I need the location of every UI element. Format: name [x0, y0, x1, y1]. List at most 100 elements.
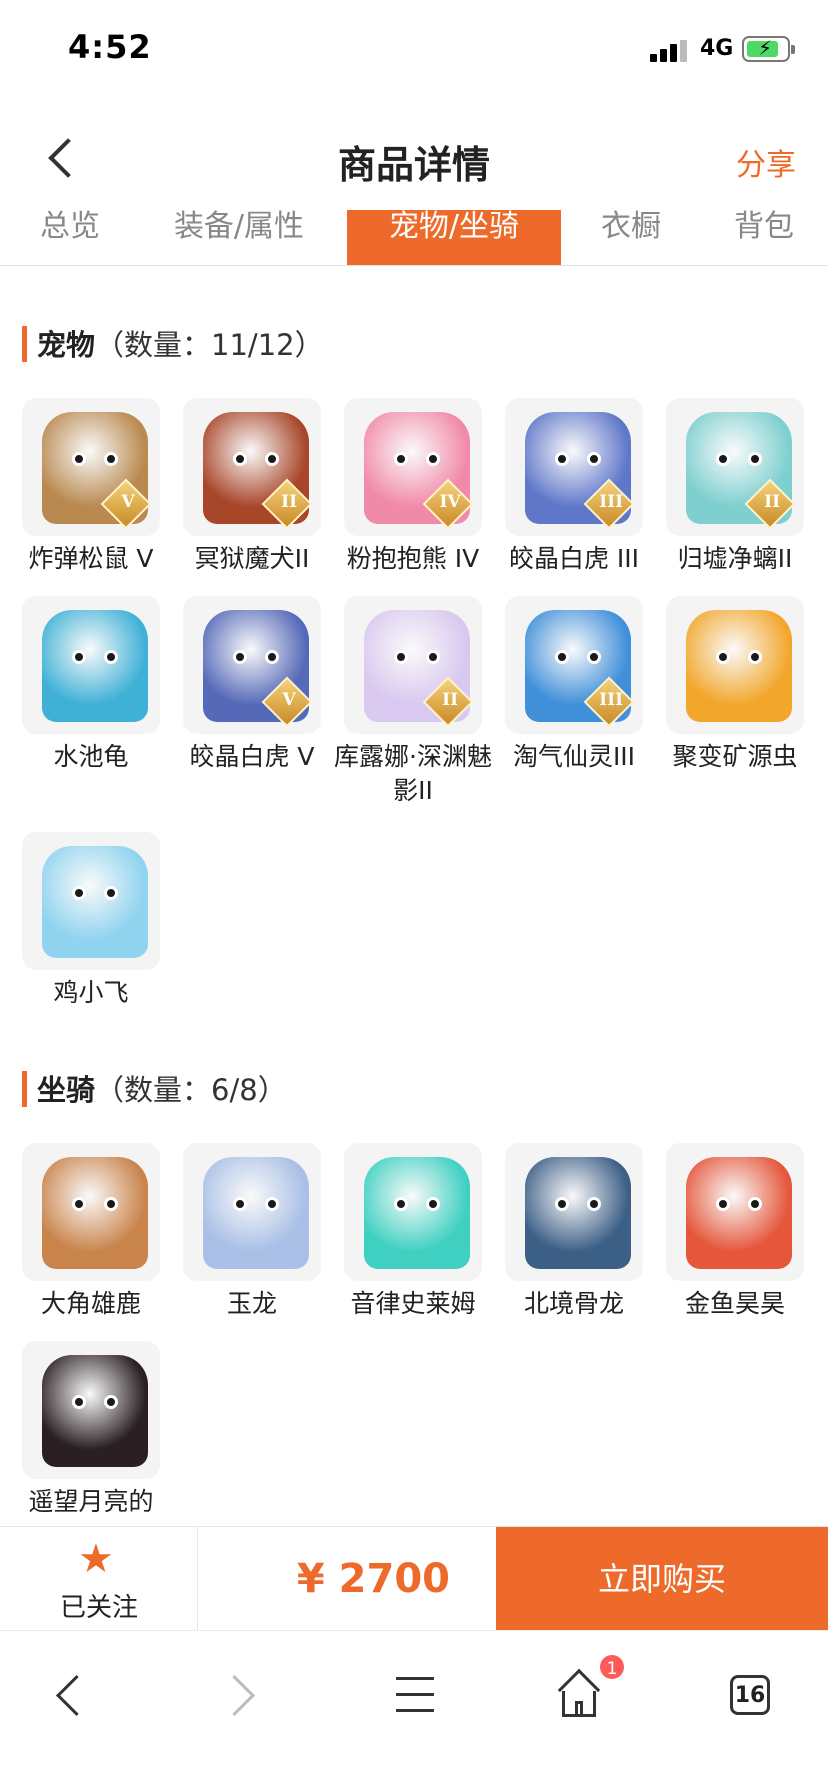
thumbnail: II	[344, 596, 482, 734]
pet-card[interactable]: 鸡小飞	[22, 832, 160, 1010]
section-marker	[22, 326, 27, 362]
price: ¥ 2700	[296, 1556, 450, 1602]
pet-card[interactable]: V 炸弹松鼠 V	[22, 398, 160, 576]
pet-card[interactable]: II 库露娜·深渊魅影II	[334, 596, 492, 808]
pet-card[interactable]: II 冥狱魔犬II	[183, 398, 321, 576]
rank-label: II	[764, 491, 781, 512]
item-name: 鸡小飞	[53, 978, 129, 1007]
menu-icon[interactable]	[374, 1661, 454, 1731]
status-bar: 4:52 4G ⚡	[0, 0, 828, 96]
mounts-grid: 大角雄鹿 玉龙 音律史莱姆 北境骨龙 金鱼昊昊遥望月亮的	[22, 1143, 812, 1526]
rank-label: II	[442, 689, 459, 710]
pets-section-title: 宠物（数量：11/12）	[22, 322, 324, 364]
pet-card[interactable]: II 归墟净螭II	[666, 398, 804, 576]
section-count: （数量：6/8）	[95, 1073, 287, 1107]
battery-icon: ⚡	[742, 36, 795, 62]
stag-icon	[42, 1157, 148, 1269]
share-button[interactable]: 分享	[736, 140, 796, 184]
nav-header: 商品详情 分享	[0, 110, 828, 210]
page-title: 商品详情	[337, 143, 490, 187]
item-name: 玉龙	[226, 1289, 277, 1318]
notification-badge: 1	[598, 1653, 626, 1681]
mount-card[interactable]: 玉龙	[183, 1143, 321, 1321]
mount-card[interactable]: 遥望月亮的	[22, 1341, 160, 1519]
item-name: 水池龟	[53, 742, 129, 771]
item-name: 北境骨龙	[523, 1289, 624, 1318]
mount-card[interactable]: 北境骨龙	[505, 1143, 643, 1321]
scrolled-content-edge	[20, 94, 410, 102]
purchase-bar: ★ 已关注 ¥ 2700 立即购买	[0, 1526, 828, 1631]
goldfish-icon	[686, 1157, 792, 1269]
thumbnail: III	[505, 398, 643, 536]
bone-dragon-icon	[525, 1157, 631, 1269]
item-name: 冥狱魔犬II	[194, 544, 310, 573]
chick-icon	[42, 846, 148, 958]
jade-dragon-icon	[203, 1157, 309, 1269]
slime-icon	[364, 1157, 470, 1269]
item-name: 聚变矿源虫	[672, 742, 798, 771]
turtle-icon	[42, 610, 148, 722]
thumbnail	[666, 1143, 804, 1281]
thumbnail: V	[183, 596, 321, 734]
browser-forward-icon[interactable]	[200, 1661, 280, 1731]
category-tabs: 总览 装备/属性 宠物/坐骑 衣橱 背包	[0, 210, 828, 266]
tab-equipment[interactable]: 装备/属性	[164, 210, 314, 265]
signal-icon	[650, 40, 690, 62]
section-count: （数量：11/12）	[95, 328, 324, 362]
tabs-button[interactable]: 16	[710, 1661, 790, 1731]
thumbnail	[22, 832, 160, 970]
pet-card[interactable]: IV 粉抱抱熊 IV	[344, 398, 482, 576]
thumbnail	[183, 1143, 321, 1281]
thumbnail: V	[22, 398, 160, 536]
item-name: 炸弹松鼠 V	[28, 544, 154, 573]
item-name: 淘气仙灵III	[512, 742, 636, 771]
home-icon[interactable]: 1	[540, 1653, 626, 1731]
section-name: 坐骑	[37, 1073, 96, 1107]
follow-label: 已关注	[59, 1593, 138, 1623]
star-icon: ★	[78, 1536, 114, 1582]
pet-card[interactable]: 水池龟	[22, 596, 160, 774]
mounts-section-title: 坐骑（数量：6/8）	[22, 1067, 287, 1109]
thumbnail	[22, 596, 160, 734]
pet-card[interactable]: V 皎晶白虎 V	[183, 596, 321, 774]
tab-backpack[interactable]: 背包	[724, 210, 804, 265]
pig-icon	[42, 1355, 148, 1467]
mount-card[interactable]: 大角雄鹿	[22, 1143, 160, 1321]
pet-card[interactable]: III 皎晶白虎 III	[505, 398, 643, 576]
rank-label: III	[599, 689, 624, 710]
item-name: 归墟净螭II	[677, 544, 793, 573]
buy-now-button[interactable]: 立即购买	[496, 1527, 828, 1631]
tab-overview[interactable]: 总览	[30, 210, 110, 265]
browser-back-icon[interactable]	[30, 1661, 110, 1731]
thumbnail: II	[666, 398, 804, 536]
network-label: 4G	[700, 36, 734, 61]
pet-card[interactable]: 聚变矿源虫	[666, 596, 804, 774]
thumbnail: II	[183, 398, 321, 536]
ore-bug-icon	[686, 610, 792, 722]
rank-label: V	[282, 689, 296, 710]
tab-pets-mounts[interactable]: 宠物/坐骑	[347, 210, 561, 265]
rank-label: III	[599, 491, 624, 512]
item-name: 大角雄鹿	[40, 1289, 141, 1318]
browser-toolbar: 1 16	[0, 1630, 828, 1792]
thumbnail	[666, 596, 804, 734]
mount-card[interactable]: 音律史莱姆	[344, 1143, 482, 1321]
item-name: 粉抱抱熊 IV	[346, 544, 480, 573]
item-name: 皎晶白虎 V	[189, 742, 315, 771]
follow-button[interactable]: ★ 已关注	[0, 1527, 198, 1631]
thumbnail: III	[505, 596, 643, 734]
section-marker	[22, 1071, 27, 1107]
thumbnail	[22, 1143, 160, 1281]
thumbnail	[505, 1143, 643, 1281]
pets-grid: V 炸弹松鼠 V II 冥狱魔犬II IV 粉抱抱熊 IV III 皎晶白虎 III II 归墟净…	[22, 398, 812, 1018]
rank-label: IV	[439, 491, 461, 512]
pet-card[interactable]: III 淘气仙灵III	[505, 596, 643, 774]
section-name: 宠物	[37, 328, 96, 362]
tab-wardrobe[interactable]: 衣橱	[592, 210, 670, 265]
mount-card[interactable]: 金鱼昊昊	[666, 1143, 804, 1321]
item-name: 音律史莱姆	[350, 1289, 476, 1318]
thumbnail	[22, 1341, 160, 1479]
thumbnail	[344, 1143, 482, 1281]
item-name: 金鱼昊昊	[684, 1289, 785, 1318]
tab-count: 16	[730, 1675, 770, 1715]
